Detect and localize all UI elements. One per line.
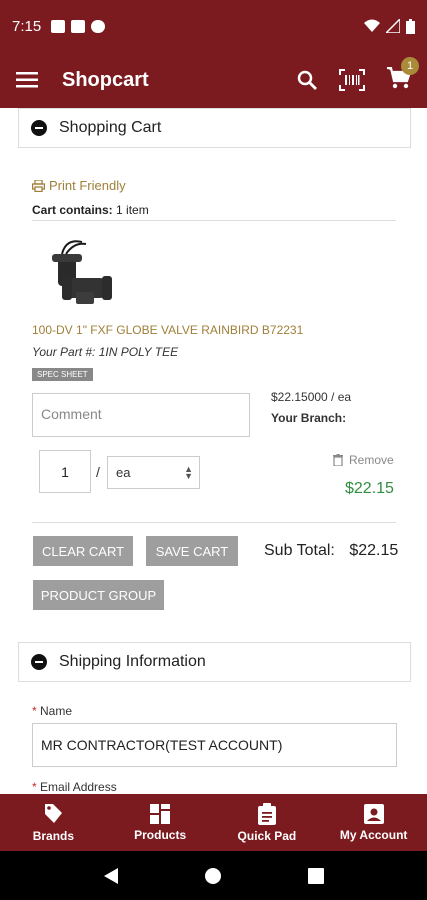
wifi-icon — [364, 19, 380, 32]
nav-brands[interactable]: Brands — [0, 794, 107, 851]
nav-quick-pad-label: Quick Pad — [237, 828, 297, 843]
divider — [32, 522, 396, 523]
select-arrows-icon: ▲ ▼ — [184, 463, 193, 481]
battery-icon — [406, 18, 415, 34]
status-time: 7:15 — [12, 17, 42, 35]
email-label-text: Email Address — [40, 780, 117, 794]
product-image[interactable] — [48, 234, 118, 310]
cart-content: Shopping Cart Print Friendly Cart contai… — [0, 108, 427, 794]
clipboard-icon — [257, 802, 276, 825]
print-friendly-label: Print Friendly — [49, 178, 126, 193]
recents-icon[interactable] — [308, 867, 325, 884]
trash-icon — [333, 454, 343, 466]
nav-products-label: Products — [134, 827, 187, 842]
required-mark: * — [32, 704, 37, 718]
signal-icon — [386, 19, 400, 33]
cart-contains-value: 1 item — [116, 203, 149, 217]
nav-my-account[interactable]: My Account — [320, 794, 427, 851]
sd-card-icon — [71, 19, 86, 33]
uom-value: ea — [116, 465, 131, 480]
collapse-icon — [31, 654, 47, 670]
shipping-info-header[interactable]: Shipping Information — [18, 642, 411, 682]
required-mark: * — [32, 780, 37, 794]
qty-separator: / — [96, 464, 100, 480]
cart-count-badge: 1 — [401, 56, 419, 75]
nav-my-account-label: My Account — [339, 827, 408, 842]
name-field[interactable]: MR CONTRACTOR(TEST ACCOUNT) — [32, 723, 397, 767]
account-box-icon — [363, 803, 384, 824]
clear-cart-button[interactable]: CLEAR CART — [33, 536, 133, 566]
shipping-info-title: Shipping Information — [59, 653, 206, 670]
remove-label: Remove — [349, 453, 394, 467]
name-label: * Name — [32, 704, 72, 718]
app-bar: Shopcart 1 — [0, 52, 427, 108]
tag-icon — [45, 803, 63, 823]
back-icon[interactable] — [103, 867, 119, 885]
branch-label: Your Branch: — [271, 411, 347, 425]
nav-quick-pad[interactable]: Quick Pad — [214, 794, 321, 851]
printer-icon — [32, 179, 45, 192]
shopping-cart-title: Shopping Cart — [59, 119, 162, 136]
remove-button[interactable]: Remove — [333, 453, 394, 467]
name-label-text: Name — [40, 704, 73, 718]
product-group-button[interactable]: PRODUCT GROUP — [33, 580, 164, 610]
divider — [32, 220, 396, 221]
page-title: Shopcart — [62, 68, 149, 91]
shopping-cart-header[interactable]: Shopping Cart — [18, 108, 411, 148]
status-bar: 7:15 — [0, 0, 427, 52]
notification-icons — [51, 19, 106, 33]
quantity-input[interactable]: 1 — [39, 450, 91, 493]
grid-icon — [150, 803, 171, 824]
subtotal-value: $22.15 — [349, 542, 399, 559]
barcode-scan-icon[interactable] — [339, 69, 365, 91]
spec-sheet-button[interactable]: SPEC SHEET — [32, 368, 93, 381]
menu-icon[interactable] — [16, 72, 38, 88]
nav-products[interactable]: Products — [107, 794, 214, 851]
save-cart-button[interactable]: SAVE CART — [146, 536, 238, 566]
your-part-number: Your Part #: 1IN POLY TEE — [32, 345, 179, 359]
home-icon[interactable] — [204, 867, 222, 885]
collapse-icon — [31, 120, 47, 136]
image-notification-icon — [51, 19, 66, 33]
cart-contains: Cart contains: 1 item — [32, 203, 149, 217]
subtotal-label: Sub Total: — [264, 542, 335, 559]
comment-field[interactable]: Comment — [32, 393, 250, 437]
cart-contains-label: Cart contains: — [32, 203, 113, 217]
print-friendly-link[interactable]: Print Friendly — [32, 178, 126, 193]
email-label: * Email Address — [32, 780, 117, 794]
bottom-nav: Brands Products Quick Pad My Account — [0, 794, 427, 851]
subtotal: Sub Total: $22.15 — [264, 542, 398, 560]
search-icon[interactable] — [297, 70, 317, 90]
line-total: $22.15 — [345, 480, 394, 497]
blocked-icon — [91, 19, 106, 33]
uom-select[interactable]: ea ▲ ▼ — [107, 456, 200, 489]
product-title-link[interactable]: 100-DV 1" FXF GLOBE VALVE RAINBIRD B7223… — [32, 323, 303, 337]
nav-brands-label: Brands — [32, 828, 75, 843]
cart-button[interactable]: 1 — [387, 56, 419, 94]
unit-price: $22.15000 / ea — [271, 390, 352, 404]
system-nav-bar — [0, 851, 427, 900]
